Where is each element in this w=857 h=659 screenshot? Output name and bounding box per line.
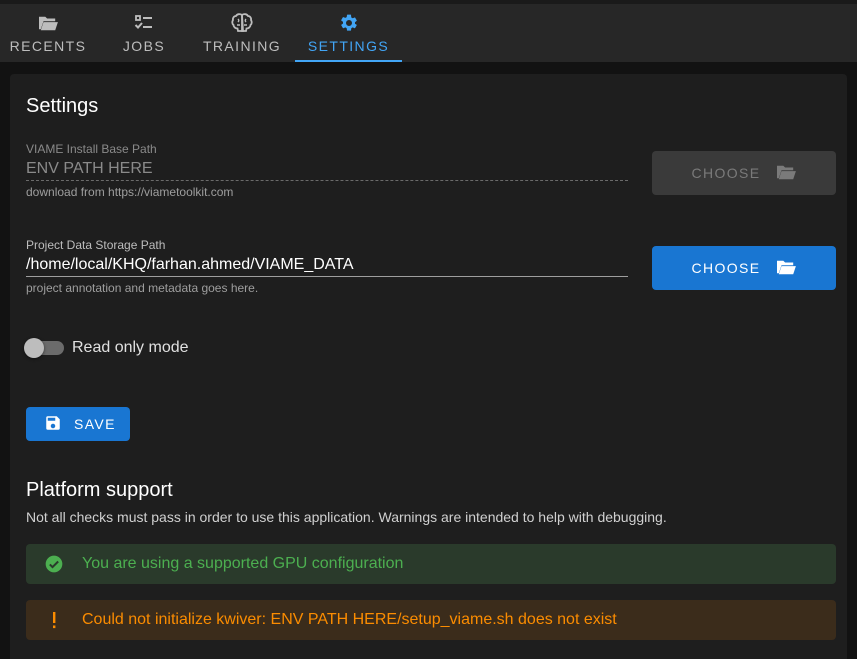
folder-open-icon	[775, 163, 797, 184]
data-path-input[interactable]: /home/local/KHQ/farhan.ahmed/VIAME_DATA	[26, 254, 628, 276]
gpu-check-message: You are using a supported GPU configurat…	[82, 555, 404, 572]
gear-icon	[339, 13, 359, 33]
gpu-check-alert: You are using a supported GPU configurat…	[26, 544, 836, 584]
install-path-underline	[26, 180, 628, 181]
tab-jobs[interactable]: JOBS	[114, 4, 174, 62]
read-only-toggle[interactable]: Read only mode	[24, 338, 189, 358]
save-label: SAVE	[74, 416, 116, 432]
kwiver-check-message: Could not initialize kwiver: ENV PATH HE…	[82, 611, 617, 628]
tab-training-label: TRAINING	[202, 38, 282, 54]
install-path-label: VIAME Install Base Path	[26, 142, 157, 156]
check-circle-icon	[26, 554, 82, 574]
save-icon	[44, 414, 62, 435]
page-title: Settings	[26, 95, 99, 117]
choose-install-path-label: CHOOSE	[691, 165, 761, 181]
data-path-label: Project Data Storage Path	[26, 238, 166, 252]
folder-open-icon	[37, 13, 59, 33]
install-path-hint: download from https://viametoolkit.com	[26, 185, 234, 199]
choose-install-path-button: CHOOSE	[652, 151, 836, 195]
data-path-hint: project annotation and metadata goes her…	[26, 281, 259, 295]
data-path-underline	[26, 276, 628, 277]
read-only-label: Read only mode	[72, 339, 189, 356]
platform-support-description: Not all checks must pass in order to use…	[26, 509, 667, 525]
data-path-field[interactable]: Project Data Storage Path /home/local/KH…	[26, 238, 628, 295]
top-nav-bar: RECENTS JOBS TRAINING SETTINGS	[0, 0, 857, 62]
install-path-field: VIAME Install Base Path ENV PATH HERE do…	[26, 142, 628, 199]
kwiver-check-alert: Could not initialize kwiver: ENV PATH HE…	[26, 600, 836, 640]
toggle-track[interactable]	[24, 338, 64, 358]
choose-data-path-button[interactable]: CHOOSE	[652, 246, 836, 290]
platform-support-title: Platform support	[26, 479, 173, 501]
tab-training[interactable]: TRAINING	[198, 4, 286, 62]
checklist-icon	[134, 13, 154, 33]
save-button[interactable]: SAVE	[26, 407, 130, 441]
toggle-knob[interactable]	[24, 338, 44, 358]
brain-icon	[231, 13, 253, 33]
choose-data-path-label: CHOOSE	[691, 260, 761, 276]
folder-open-icon	[775, 258, 797, 279]
active-tab-indicator	[295, 60, 402, 62]
tab-recents[interactable]: RECENTS	[6, 4, 90, 62]
tab-recents-label: RECENTS	[9, 38, 87, 54]
tab-jobs-label: JOBS	[122, 38, 166, 54]
tab-settings-label: SETTINGS	[307, 38, 390, 54]
settings-card: Settings VIAME Install Base Path ENV PAT…	[10, 74, 847, 659]
install-path-input: ENV PATH HERE	[26, 160, 153, 177]
tab-settings[interactable]: SETTINGS	[295, 4, 402, 62]
exclamation-icon	[26, 611, 82, 629]
